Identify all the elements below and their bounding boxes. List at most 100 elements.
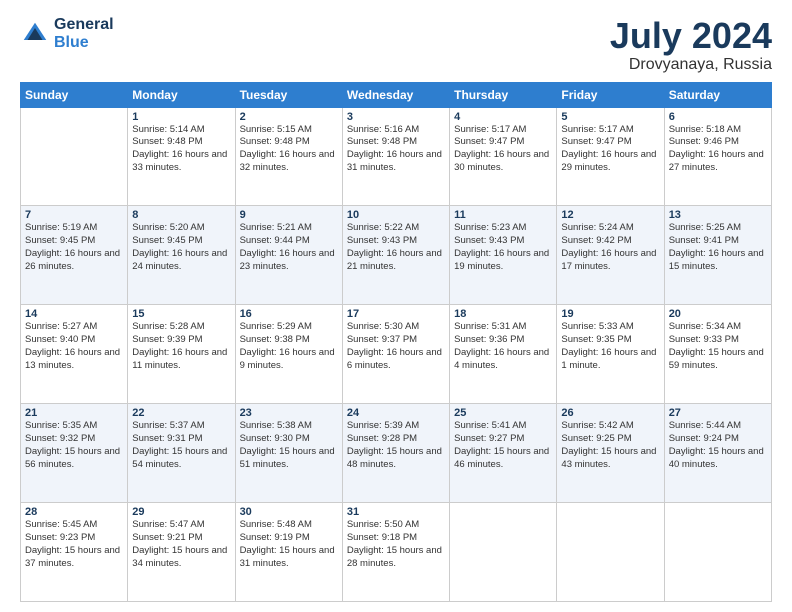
table-cell: 24Sunrise: 5:39 AMSunset: 9:28 PMDayligh… bbox=[342, 404, 449, 503]
table-cell: 19Sunrise: 5:33 AMSunset: 9:35 PMDayligh… bbox=[557, 305, 664, 404]
day-number: 11 bbox=[454, 209, 552, 221]
day-detail: Sunrise: 5:27 AMSunset: 9:40 PMDaylight:… bbox=[25, 321, 123, 372]
day-detail: Sunrise: 5:20 AMSunset: 9:45 PMDaylight:… bbox=[132, 222, 230, 273]
day-detail: Sunrise: 5:42 AMSunset: 9:25 PMDaylight:… bbox=[561, 420, 659, 471]
day-number: 13 bbox=[669, 209, 767, 221]
logo-icon bbox=[20, 19, 50, 49]
day-number: 6 bbox=[669, 111, 767, 123]
title-area: July 2024 Drovyanaya, Russia bbox=[610, 16, 772, 74]
day-number: 9 bbox=[240, 209, 338, 221]
table-cell: 29Sunrise: 5:47 AMSunset: 9:21 PMDayligh… bbox=[128, 503, 235, 602]
day-detail: Sunrise: 5:29 AMSunset: 9:38 PMDaylight:… bbox=[240, 321, 338, 372]
table-cell: 30Sunrise: 5:48 AMSunset: 9:19 PMDayligh… bbox=[235, 503, 342, 602]
day-detail: Sunrise: 5:34 AMSunset: 9:33 PMDaylight:… bbox=[669, 321, 767, 372]
subtitle: Drovyanaya, Russia bbox=[610, 56, 772, 74]
calendar-header-row: Sunday Monday Tuesday Wednesday Thursday… bbox=[21, 82, 772, 107]
table-cell bbox=[450, 503, 557, 602]
day-number: 27 bbox=[669, 407, 767, 419]
table-cell bbox=[557, 503, 664, 602]
logo-text: General Blue bbox=[54, 16, 114, 51]
day-detail: Sunrise: 5:37 AMSunset: 9:31 PMDaylight:… bbox=[132, 420, 230, 471]
day-number: 16 bbox=[240, 308, 338, 320]
day-detail: Sunrise: 5:38 AMSunset: 9:30 PMDaylight:… bbox=[240, 420, 338, 471]
calendar-table: Sunday Monday Tuesday Wednesday Thursday… bbox=[20, 82, 772, 602]
day-detail: Sunrise: 5:19 AMSunset: 9:45 PMDaylight:… bbox=[25, 222, 123, 273]
day-detail: Sunrise: 5:17 AMSunset: 9:47 PMDaylight:… bbox=[561, 124, 659, 175]
day-number: 23 bbox=[240, 407, 338, 419]
day-number: 7 bbox=[25, 209, 123, 221]
day-detail: Sunrise: 5:35 AMSunset: 9:32 PMDaylight:… bbox=[25, 420, 123, 471]
day-number: 8 bbox=[132, 209, 230, 221]
day-detail: Sunrise: 5:33 AMSunset: 9:35 PMDaylight:… bbox=[561, 321, 659, 372]
table-cell: 28Sunrise: 5:45 AMSunset: 9:23 PMDayligh… bbox=[21, 503, 128, 602]
table-cell: 11Sunrise: 5:23 AMSunset: 9:43 PMDayligh… bbox=[450, 206, 557, 305]
day-detail: Sunrise: 5:45 AMSunset: 9:23 PMDaylight:… bbox=[25, 519, 123, 570]
table-row: 1Sunrise: 5:14 AMSunset: 9:48 PMDaylight… bbox=[21, 107, 772, 206]
table-cell: 12Sunrise: 5:24 AMSunset: 9:42 PMDayligh… bbox=[557, 206, 664, 305]
day-detail: Sunrise: 5:44 AMSunset: 9:24 PMDaylight:… bbox=[669, 420, 767, 471]
day-detail: Sunrise: 5:18 AMSunset: 9:46 PMDaylight:… bbox=[669, 124, 767, 175]
col-saturday: Saturday bbox=[664, 82, 771, 107]
table-row: 28Sunrise: 5:45 AMSunset: 9:23 PMDayligh… bbox=[21, 503, 772, 602]
header: General Blue July 2024 Drovyanaya, Russi… bbox=[20, 16, 772, 74]
day-detail: Sunrise: 5:17 AMSunset: 9:47 PMDaylight:… bbox=[454, 124, 552, 175]
day-number: 1 bbox=[132, 111, 230, 123]
day-number: 5 bbox=[561, 111, 659, 123]
day-number: 15 bbox=[132, 308, 230, 320]
day-number: 3 bbox=[347, 111, 445, 123]
table-cell: 5Sunrise: 5:17 AMSunset: 9:47 PMDaylight… bbox=[557, 107, 664, 206]
day-number: 28 bbox=[25, 506, 123, 518]
day-detail: Sunrise: 5:14 AMSunset: 9:48 PMDaylight:… bbox=[132, 124, 230, 175]
logo: General Blue bbox=[20, 16, 114, 51]
table-row: 14Sunrise: 5:27 AMSunset: 9:40 PMDayligh… bbox=[21, 305, 772, 404]
table-cell: 16Sunrise: 5:29 AMSunset: 9:38 PMDayligh… bbox=[235, 305, 342, 404]
day-detail: Sunrise: 5:47 AMSunset: 9:21 PMDaylight:… bbox=[132, 519, 230, 570]
table-row: 7Sunrise: 5:19 AMSunset: 9:45 PMDaylight… bbox=[21, 206, 772, 305]
day-number: 26 bbox=[561, 407, 659, 419]
day-number: 20 bbox=[669, 308, 767, 320]
table-row: 21Sunrise: 5:35 AMSunset: 9:32 PMDayligh… bbox=[21, 404, 772, 503]
day-detail: Sunrise: 5:23 AMSunset: 9:43 PMDaylight:… bbox=[454, 222, 552, 273]
table-cell: 27Sunrise: 5:44 AMSunset: 9:24 PMDayligh… bbox=[664, 404, 771, 503]
day-number: 12 bbox=[561, 209, 659, 221]
table-cell: 25Sunrise: 5:41 AMSunset: 9:27 PMDayligh… bbox=[450, 404, 557, 503]
day-detail: Sunrise: 5:31 AMSunset: 9:36 PMDaylight:… bbox=[454, 321, 552, 372]
day-number: 2 bbox=[240, 111, 338, 123]
day-number: 10 bbox=[347, 209, 445, 221]
table-cell: 14Sunrise: 5:27 AMSunset: 9:40 PMDayligh… bbox=[21, 305, 128, 404]
table-cell: 7Sunrise: 5:19 AMSunset: 9:45 PMDaylight… bbox=[21, 206, 128, 305]
table-cell: 3Sunrise: 5:16 AMSunset: 9:48 PMDaylight… bbox=[342, 107, 449, 206]
day-detail: Sunrise: 5:22 AMSunset: 9:43 PMDaylight:… bbox=[347, 222, 445, 273]
table-cell: 1Sunrise: 5:14 AMSunset: 9:48 PMDaylight… bbox=[128, 107, 235, 206]
table-cell: 23Sunrise: 5:38 AMSunset: 9:30 PMDayligh… bbox=[235, 404, 342, 503]
table-cell: 9Sunrise: 5:21 AMSunset: 9:44 PMDaylight… bbox=[235, 206, 342, 305]
day-number: 18 bbox=[454, 308, 552, 320]
col-monday: Monday bbox=[128, 82, 235, 107]
day-detail: Sunrise: 5:16 AMSunset: 9:48 PMDaylight:… bbox=[347, 124, 445, 175]
table-cell: 4Sunrise: 5:17 AMSunset: 9:47 PMDaylight… bbox=[450, 107, 557, 206]
day-detail: Sunrise: 5:21 AMSunset: 9:44 PMDaylight:… bbox=[240, 222, 338, 273]
day-detail: Sunrise: 5:24 AMSunset: 9:42 PMDaylight:… bbox=[561, 222, 659, 273]
table-cell: 31Sunrise: 5:50 AMSunset: 9:18 PMDayligh… bbox=[342, 503, 449, 602]
day-detail: Sunrise: 5:28 AMSunset: 9:39 PMDaylight:… bbox=[132, 321, 230, 372]
day-number: 21 bbox=[25, 407, 123, 419]
day-number: 30 bbox=[240, 506, 338, 518]
day-number: 4 bbox=[454, 111, 552, 123]
col-friday: Friday bbox=[557, 82, 664, 107]
table-cell: 2Sunrise: 5:15 AMSunset: 9:48 PMDaylight… bbox=[235, 107, 342, 206]
day-detail: Sunrise: 5:25 AMSunset: 9:41 PMDaylight:… bbox=[669, 222, 767, 273]
table-cell: 17Sunrise: 5:30 AMSunset: 9:37 PMDayligh… bbox=[342, 305, 449, 404]
page: General Blue July 2024 Drovyanaya, Russi… bbox=[0, 0, 792, 612]
table-cell: 22Sunrise: 5:37 AMSunset: 9:31 PMDayligh… bbox=[128, 404, 235, 503]
table-cell: 18Sunrise: 5:31 AMSunset: 9:36 PMDayligh… bbox=[450, 305, 557, 404]
day-detail: Sunrise: 5:30 AMSunset: 9:37 PMDaylight:… bbox=[347, 321, 445, 372]
table-cell bbox=[21, 107, 128, 206]
day-number: 25 bbox=[454, 407, 552, 419]
table-cell: 6Sunrise: 5:18 AMSunset: 9:46 PMDaylight… bbox=[664, 107, 771, 206]
day-number: 22 bbox=[132, 407, 230, 419]
day-number: 14 bbox=[25, 308, 123, 320]
day-number: 29 bbox=[132, 506, 230, 518]
table-cell: 20Sunrise: 5:34 AMSunset: 9:33 PMDayligh… bbox=[664, 305, 771, 404]
day-detail: Sunrise: 5:41 AMSunset: 9:27 PMDaylight:… bbox=[454, 420, 552, 471]
logo-general: General bbox=[54, 16, 114, 34]
